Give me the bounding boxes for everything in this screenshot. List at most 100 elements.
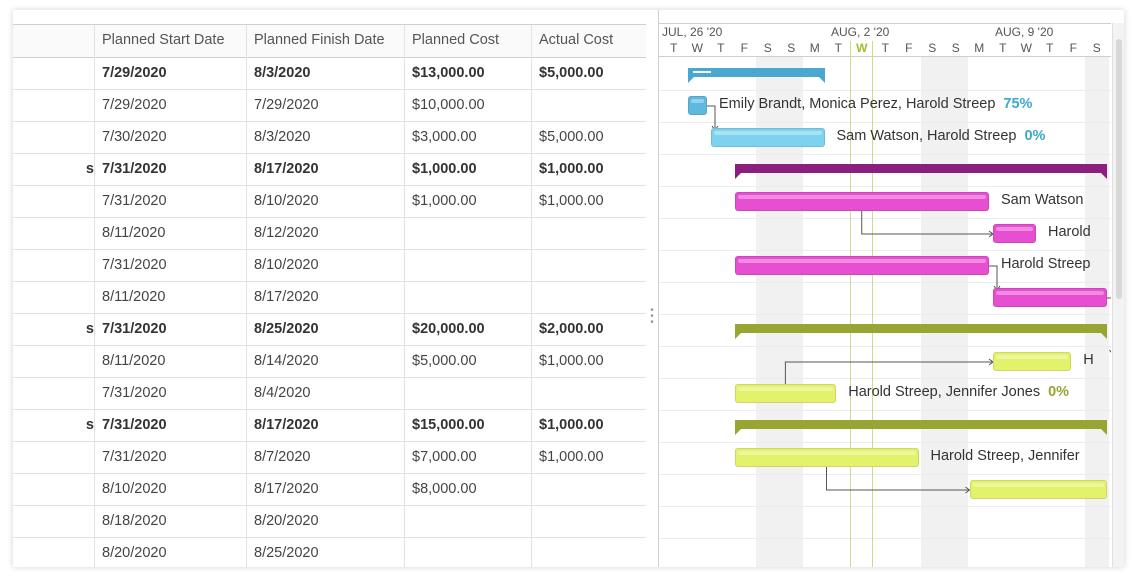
table-row[interactable]: 7/31/2020 8/4/2020 [13, 377, 646, 410]
cell-actual-cost[interactable] [532, 473, 646, 505]
scrollbar-thumb[interactable] [1116, 39, 1122, 299]
summary-bar[interactable] [734, 420, 1107, 435]
cell-planned-start[interactable]: 7/31/2020 [95, 409, 247, 441]
table-row[interactable]: 8/18/2020 8/20/2020 [13, 505, 646, 538]
dependency-link[interactable] [861, 211, 993, 235]
cell-planned-start[interactable]: 8/20/2020 [95, 537, 247, 567]
task-bar[interactable] [734, 384, 837, 403]
table-row[interactable]: 8/20/2020 8/25/2020 [13, 537, 646, 567]
dependency-link[interactable] [826, 467, 970, 491]
cell-planned-start[interactable]: 8/11/2020 [95, 345, 247, 377]
cell-planned-cost[interactable] [405, 377, 532, 409]
cell-name[interactable] [13, 505, 95, 537]
task-bar[interactable] [734, 448, 919, 467]
cell-actual-cost[interactable]: $5,000.00 [532, 121, 646, 153]
task-bar[interactable] [711, 128, 825, 147]
cell-actual-cost[interactable]: $1,000.00 [532, 409, 646, 441]
cell-actual-cost[interactable] [532, 89, 646, 121]
cell-planned-cost[interactable]: $3,000.00 [405, 121, 532, 153]
cell-planned-cost[interactable]: $15,000.00 [405, 409, 532, 441]
table-row[interactable]: 7/31/2020 8/10/2020 [13, 249, 646, 282]
cell-planned-start[interactable]: 8/11/2020 [95, 281, 247, 313]
cell-name[interactable] [13, 281, 95, 313]
cell-planned-cost[interactable]: $5,000.00 [405, 345, 532, 377]
cell-planned-finish[interactable]: 8/10/2020 [247, 185, 405, 217]
cell-actual-cost[interactable]: $2,000.00 [532, 313, 646, 345]
column-header-name[interactable]: n [13, 25, 95, 57]
cell-planned-start[interactable]: 7/31/2020 [95, 441, 247, 473]
cell-actual-cost[interactable]: $5,000.00 [532, 57, 646, 89]
cell-planned-start[interactable]: 7/29/2020 [95, 57, 247, 89]
cell-planned-cost[interactable]: $1,000.00 [405, 153, 532, 185]
cell-planned-start[interactable]: 7/30/2020 [95, 121, 247, 153]
table-row[interactable]: 8/10/2020 8/17/2020 $8,000.00 [13, 473, 646, 506]
vertical-scrollbar[interactable] [1112, 23, 1124, 567]
cell-name[interactable] [13, 473, 95, 505]
cell-planned-finish[interactable]: 8/17/2020 [247, 473, 405, 505]
dependency-link[interactable] [1106, 297, 1112, 354]
task-bar[interactable] [734, 256, 989, 275]
cell-name[interactable] [13, 121, 95, 153]
column-header-planned-cost[interactable]: Planned Cost [405, 25, 532, 57]
dependency-link[interactable] [989, 265, 998, 290]
cell-actual-cost[interactable] [532, 377, 646, 409]
cell-actual-cost[interactable]: $1,000.00 [532, 185, 646, 217]
cell-planned-start[interactable]: 8/10/2020 [95, 473, 247, 505]
cell-actual-cost[interactable] [532, 505, 646, 537]
cell-name[interactable]: s [13, 153, 95, 185]
task-bar[interactable] [687, 96, 707, 115]
task-bar[interactable] [969, 480, 1107, 499]
cell-planned-finish[interactable]: 8/25/2020 [247, 313, 405, 345]
cell-planned-start[interactable]: 7/31/2020 [95, 377, 247, 409]
cell-planned-finish[interactable]: 8/7/2020 [247, 441, 405, 473]
cell-planned-cost[interactable]: $10,000.00 [405, 89, 532, 121]
column-header-planned-start[interactable]: Planned Start Date [95, 25, 247, 57]
cell-planned-finish[interactable]: 8/17/2020 [247, 281, 405, 313]
cell-planned-finish[interactable]: 8/17/2020 [247, 153, 405, 185]
cell-planned-cost[interactable] [405, 249, 532, 281]
task-bar[interactable] [734, 192, 989, 211]
cell-name[interactable] [13, 89, 95, 121]
cell-planned-start[interactable]: 7/31/2020 [95, 185, 247, 217]
cell-planned-finish[interactable]: 8/3/2020 [247, 121, 405, 153]
cell-name[interactable]: s [13, 409, 95, 441]
cell-planned-finish[interactable]: 8/4/2020 [247, 377, 405, 409]
table-row[interactable]: 7/29/2020 8/3/2020 $13,000.00 $5,000.00 [13, 57, 646, 90]
cell-planned-cost[interactable]: $7,000.00 [405, 441, 532, 473]
cell-planned-finish[interactable]: 8/20/2020 [247, 505, 405, 537]
cell-planned-finish[interactable]: 8/3/2020 [247, 57, 405, 89]
task-bar[interactable] [993, 224, 1036, 243]
cell-name[interactable] [13, 185, 95, 217]
cell-planned-start[interactable]: 8/18/2020 [95, 505, 247, 537]
cell-name[interactable] [13, 537, 95, 567]
cell-planned-cost[interactable]: $8,000.00 [405, 473, 532, 505]
cell-planned-cost[interactable] [405, 537, 532, 567]
cell-planned-cost[interactable] [405, 505, 532, 537]
cell-planned-cost[interactable]: $20,000.00 [405, 313, 532, 345]
cell-actual-cost[interactable] [532, 281, 646, 313]
panel-splitter[interactable]: • • • [646, 10, 659, 567]
dependency-link[interactable] [707, 105, 716, 130]
cell-planned-finish[interactable]: 7/29/2020 [247, 89, 405, 121]
cell-planned-start[interactable]: 7/31/2020 [95, 313, 247, 345]
cell-actual-cost[interactable] [532, 537, 646, 567]
cell-planned-finish[interactable]: 8/14/2020 [247, 345, 405, 377]
cell-planned-cost[interactable] [405, 281, 532, 313]
column-header-actual-cost[interactable]: Actual Cost [532, 25, 646, 57]
cell-name[interactable] [13, 217, 95, 249]
cell-planned-cost[interactable]: $13,000.00 [405, 57, 532, 89]
table-row[interactable]: 7/31/2020 8/7/2020 $7,000.00 $1,000.00 [13, 441, 646, 474]
table-row[interactable]: 7/29/2020 7/29/2020 $10,000.00 [13, 89, 646, 122]
cell-planned-finish[interactable]: 8/10/2020 [247, 249, 405, 281]
task-bar[interactable] [993, 352, 1072, 371]
cell-planned-cost[interactable] [405, 217, 532, 249]
cell-actual-cost[interactable]: $1,000.00 [532, 441, 646, 473]
cell-actual-cost[interactable]: $1,000.00 [532, 153, 646, 185]
table-row[interactable]: s 7/31/2020 8/17/2020 $15,000.00 $1,000.00 [13, 409, 646, 442]
summary-bar[interactable] [734, 164, 1107, 179]
cell-planned-finish[interactable]: 8/17/2020 [247, 409, 405, 441]
cell-planned-finish[interactable]: 8/25/2020 [247, 537, 405, 567]
cell-planned-start[interactable]: 8/11/2020 [95, 217, 247, 249]
table-row[interactable]: 8/11/2020 8/12/2020 [13, 217, 646, 250]
column-header-planned-finish[interactable]: Planned Finish Date [247, 25, 405, 57]
